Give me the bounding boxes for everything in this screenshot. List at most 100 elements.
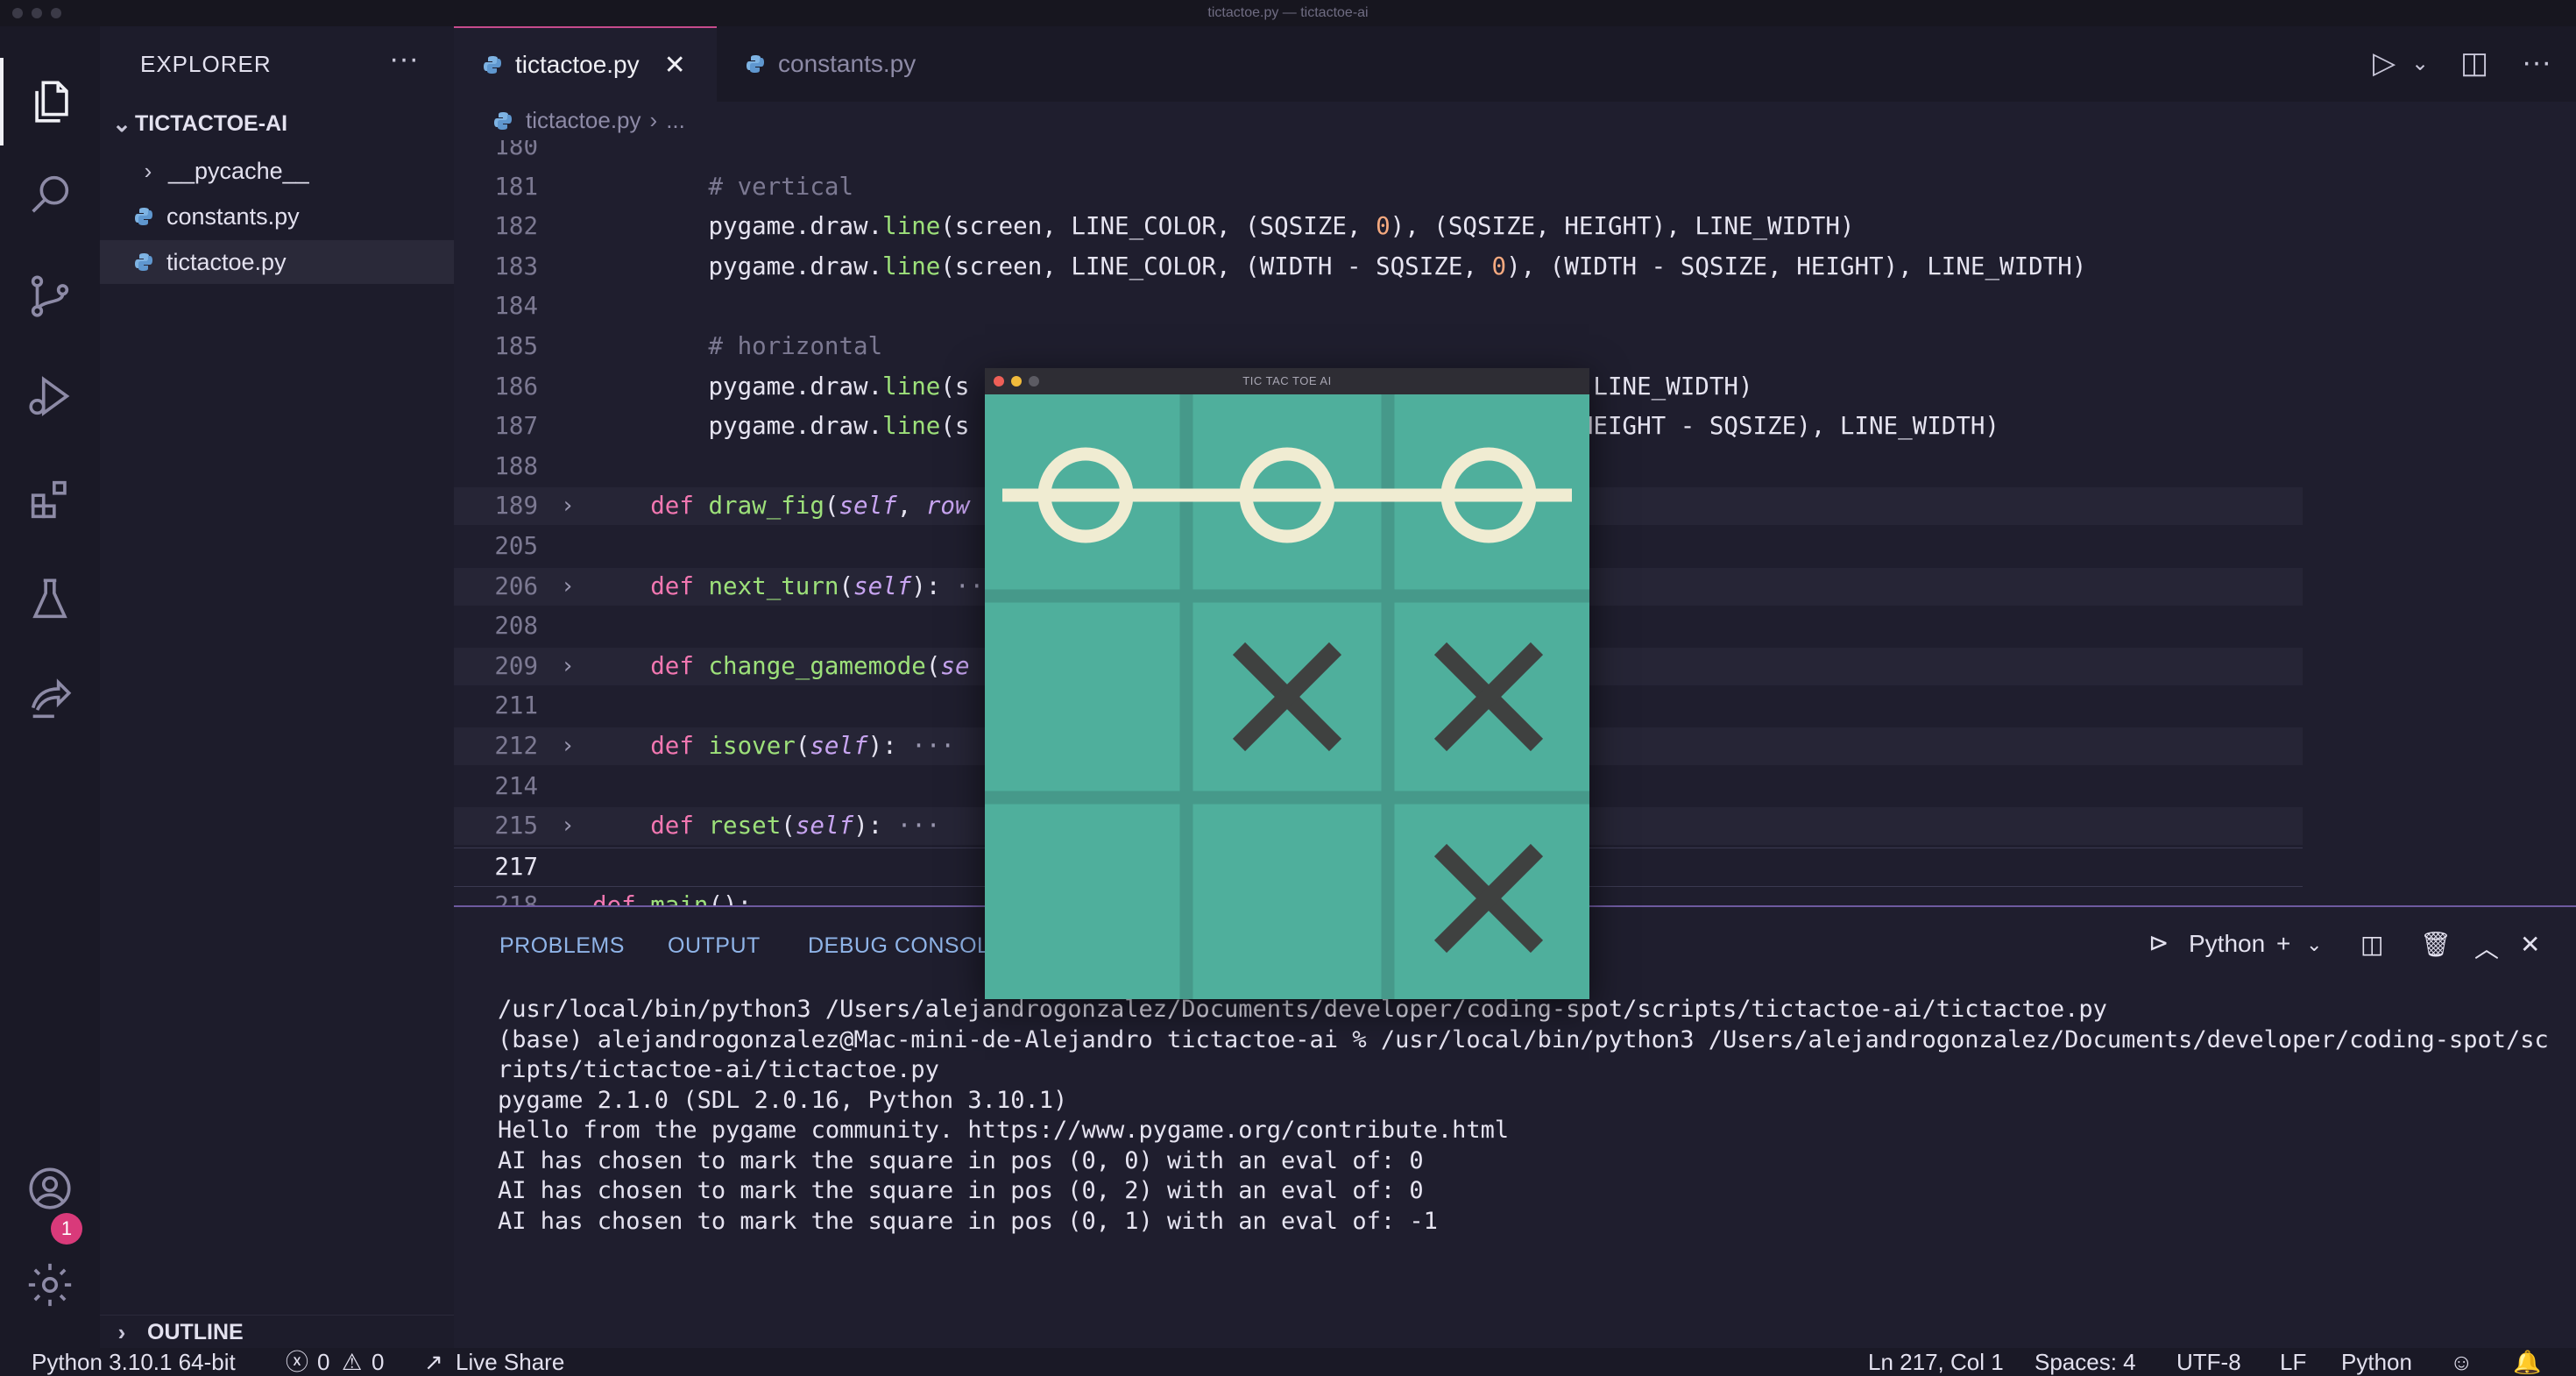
breadcrumb-file[interactable]: tictactoe.py xyxy=(526,107,641,134)
notifications-icon[interactable]: 🔔 xyxy=(2513,1348,2541,1376)
code-text: def draw_fig(self, row xyxy=(650,492,970,521)
close-tab-icon[interactable]: ✕ xyxy=(664,50,686,81)
new-terminal-icon[interactable]: + xyxy=(2276,930,2290,958)
outline-section[interactable]: › OUTLINE xyxy=(100,1315,454,1349)
code-text: # horizontal xyxy=(592,332,883,360)
line-number: 208 xyxy=(494,612,538,641)
indentation[interactable]: Spaces: 4 xyxy=(2035,1348,2136,1376)
code-text: def change_gamemode(se xyxy=(650,651,970,680)
breadcrumb-separator: › xyxy=(649,107,658,133)
feedback-icon[interactable]: ☺ xyxy=(2450,1348,2473,1376)
testing-icon[interactable] xyxy=(0,556,100,643)
terminal-line: (base) alejandrogonzalez@Mac-mini-de-Ale… xyxy=(498,1025,2549,1053)
explorer-icon[interactable] xyxy=(0,58,100,145)
line-number: 187 xyxy=(494,412,538,441)
fold-chevron-icon[interactable]: › xyxy=(561,727,575,765)
run-debug-icon[interactable] xyxy=(0,352,100,440)
code-line[interactable]: 181 # vertical xyxy=(454,168,2303,206)
game-title: TIC TAC TOE AI xyxy=(1242,374,1332,387)
terminal-line: AI has chosen to mark the square in pos … xyxy=(498,1146,1424,1174)
tree-item-constants[interactable]: constants.py xyxy=(100,195,454,238)
line-number: 188 xyxy=(494,451,538,480)
editor-tab-bar: tictactoe.py ✕ constants.py ▷ ⌄ ◫ ··· xyxy=(454,26,2576,102)
terminal-dropdown-icon[interactable]: ⌄ xyxy=(2306,933,2322,956)
window-title: tictactoe.py — tictactoe-ai xyxy=(1207,5,1369,20)
fold-chevron-icon[interactable]: › xyxy=(561,568,575,606)
live-share-status-icon: ↗ xyxy=(424,1349,443,1375)
error-icon: ⓧ xyxy=(286,1349,309,1375)
code-text: pygame.draw.line(screen, LINE_COLOR, (WI… xyxy=(592,252,2087,280)
end-of-line[interactable]: LF xyxy=(2280,1348,2306,1376)
split-editor-icon[interactable]: ◫ xyxy=(2460,46,2488,81)
python-file-icon xyxy=(747,55,764,73)
chevron-right-icon: › xyxy=(117,1318,126,1345)
code-text: # vertical xyxy=(592,172,854,201)
warning-icon: ⚠ xyxy=(342,1349,363,1375)
code-line[interactable]: 185 # horizontal xyxy=(454,328,2303,365)
split-terminal-icon[interactable]: ◫ xyxy=(2360,930,2383,959)
breadcrumb-symbol[interactable]: ... xyxy=(666,107,685,134)
python-file-icon xyxy=(135,208,152,225)
pygame-window[interactable]: TIC TAC TOE AI xyxy=(985,368,1589,999)
tree-item-pycache[interactable]: › __pycache__ xyxy=(100,149,454,193)
line-number: 215 xyxy=(494,812,538,840)
code-line[interactable]: 184 xyxy=(454,287,2303,325)
code-line[interactable]: 183 pygame.draw.line(screen, LINE_COLOR,… xyxy=(454,248,2303,286)
kill-terminal-icon[interactable]: 🗑 xyxy=(2420,930,2452,959)
warning-count[interactable]: 0 xyxy=(372,1348,384,1376)
live-share-status[interactable]: Live Share xyxy=(456,1348,564,1376)
code-text: def reset(self): ··· xyxy=(650,812,941,840)
line-number: 218 xyxy=(454,887,538,905)
encoding[interactable]: UTF-8 xyxy=(2176,1348,2241,1376)
line-number: 209 xyxy=(494,651,538,680)
line-number: 206 xyxy=(494,571,538,600)
tab-debug-console[interactable]: DEBUG CONSOLE xyxy=(808,933,1005,959)
terminal-shell-label[interactable]: Python xyxy=(2189,930,2265,958)
fold-chevron-icon[interactable]: › xyxy=(561,648,575,685)
tab-problems[interactable]: PROBLEMS xyxy=(499,933,625,959)
code-line[interactable]: 182 pygame.draw.line(screen, LINE_COLOR,… xyxy=(454,208,2303,245)
settings-gear-icon[interactable] xyxy=(0,1241,100,1329)
chevron-down-icon: ⌄ xyxy=(112,110,131,137)
line-number: 217 xyxy=(494,852,538,881)
error-count[interactable]: 0 xyxy=(317,1348,329,1376)
tab-tictactoe[interactable]: tictactoe.py ✕ xyxy=(454,26,717,102)
game-titlebar: TIC TAC TOE AI xyxy=(985,368,1589,394)
line-number: 212 xyxy=(494,732,538,760)
breadcrumb: tictactoe.py › ... xyxy=(492,107,685,134)
python-file-icon xyxy=(494,111,512,130)
maximize-panel-icon[interactable]: ︿ xyxy=(2474,930,2499,965)
editor-more-icon[interactable]: ··· xyxy=(2522,46,2551,80)
cursor-position[interactable]: Ln 217, Col 1 xyxy=(1868,1348,2004,1376)
live-share-icon[interactable] xyxy=(0,656,100,743)
tree-item-label: __pycache__ xyxy=(168,157,309,184)
tab-constants[interactable]: constants.py xyxy=(717,26,980,102)
folder-tictactoe-ai[interactable]: ⌄ TICTACTOE-AI xyxy=(100,102,454,145)
tab-output[interactable]: OUTPUT xyxy=(668,933,761,959)
accounts-icon[interactable] xyxy=(0,1145,100,1232)
close-panel-icon[interactable]: ✕ xyxy=(2520,930,2540,959)
source-control-icon[interactable] xyxy=(0,252,100,340)
chevron-right-icon: › xyxy=(144,157,152,184)
code-line[interactable]: 180 xyxy=(454,140,2303,166)
search-icon[interactable] xyxy=(0,151,100,238)
terminal-shell-icon: ⊳ xyxy=(2148,929,2169,956)
tab-label: constants.py xyxy=(778,50,916,77)
tree-item-tictactoe[interactable]: tictactoe.py xyxy=(100,240,454,284)
status-bar: Python 3.10.1 64-bit ⓧ 0 ⚠ 0 ↗ Live Shar… xyxy=(0,1348,2576,1376)
outline-label: OUTLINE xyxy=(147,1319,244,1344)
language-mode[interactable]: Python xyxy=(2341,1348,2412,1376)
window-titlebar: tictactoe.py — tictactoe-ai xyxy=(0,0,2576,26)
python-interpreter[interactable]: Python 3.10.1 64-bit xyxy=(32,1348,236,1376)
fold-chevron-icon[interactable]: › xyxy=(561,487,575,525)
terminal-line: pygame 2.1.0 (SDL 2.0.16, Python 3.10.1) xyxy=(498,1086,1068,1114)
explorer-more-button[interactable]: ··· xyxy=(389,42,419,76)
run-file-icon[interactable]: ▷ xyxy=(2373,46,2396,81)
explorer-sidebar: EXPLORER ··· ⌄ TICTACTOE-AI › __pycache_… xyxy=(100,26,454,1348)
folder-label: TICTACTOE-AI xyxy=(135,110,288,136)
fold-chevron-icon[interactable]: › xyxy=(561,807,575,845)
run-dropdown-icon[interactable]: ⌄ xyxy=(2411,51,2429,76)
code-text: def next_turn(self): ··· xyxy=(650,571,999,600)
tictactoe-board[interactable] xyxy=(985,394,1589,999)
extensions-icon[interactable] xyxy=(0,456,100,543)
